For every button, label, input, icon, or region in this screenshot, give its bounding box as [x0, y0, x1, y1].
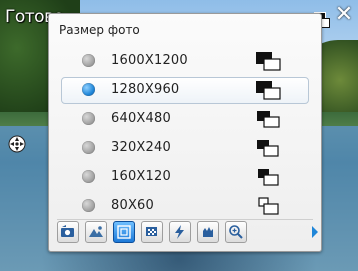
resolution-1600x1200-icon [256, 52, 281, 71]
white-balance-icon [203, 227, 213, 237]
photo-size-dialog: Размер фото 1600X1200 1280X960 640X480 3… [48, 13, 322, 252]
quality-icon [146, 227, 157, 236]
radio-button[interactable] [82, 199, 95, 212]
resolution-320x240-icon [257, 140, 279, 157]
photo-size-button[interactable] [113, 221, 135, 243]
resolution-label: 80X60 [111, 198, 154, 213]
resolution-option-1600x1200[interactable]: 1600X1200 [55, 46, 313, 75]
resolution-option-1280x960[interactable]: 1280X960 [55, 75, 313, 104]
capture-mode-button[interactable] [57, 221, 79, 243]
resolution-80x60-icon [258, 197, 279, 215]
resolution-label: 1600X1200 [111, 53, 188, 68]
resolution-1280x960-icon [256, 81, 281, 100]
divider [57, 219, 313, 220]
resolution-label: 320X240 [111, 140, 171, 155]
dialog-title: Размер фото [59, 23, 140, 37]
radio-button[interactable] [82, 54, 95, 67]
radio-button-selected[interactable] [82, 83, 95, 96]
photo-size-icon [117, 225, 131, 239]
radio-button[interactable] [82, 170, 95, 183]
zoom-icon [229, 225, 243, 239]
resolution-label: 640X480 [111, 111, 171, 126]
resolution-160x120-icon [258, 169, 279, 186]
resolution-option-640x480[interactable]: 640X480 [55, 104, 313, 133]
resolution-option-80x60[interactable]: 80X60 [55, 191, 313, 220]
camera-settings-toolbar [57, 221, 319, 245]
navigation-pad-icon[interactable] [8, 135, 26, 153]
quality-button[interactable] [141, 221, 163, 243]
resolution-option-320x240[interactable]: 320X240 [55, 133, 313, 162]
capture-mode-icon [61, 225, 74, 237]
resolution-640x480-icon [257, 111, 280, 128]
flash-button[interactable] [169, 221, 191, 243]
resolution-list: 1600X1200 1280X960 640X480 320X240 160X1… [55, 46, 313, 220]
flash-icon [175, 225, 184, 239]
white-balance-button[interactable] [197, 221, 219, 243]
zoom-button[interactable] [225, 221, 247, 243]
scene-button[interactable] [85, 221, 107, 243]
resolution-label: 160X120 [111, 169, 171, 184]
radio-button[interactable] [82, 141, 95, 154]
radio-button[interactable] [82, 112, 95, 125]
chevron-right-icon[interactable] [311, 225, 319, 239]
resolution-option-160x120[interactable]: 160X120 [55, 162, 313, 191]
resolution-label: 1280X960 [111, 82, 180, 97]
close-icon[interactable]: ✕ [334, 4, 354, 26]
scene-landscape-icon [89, 226, 103, 237]
